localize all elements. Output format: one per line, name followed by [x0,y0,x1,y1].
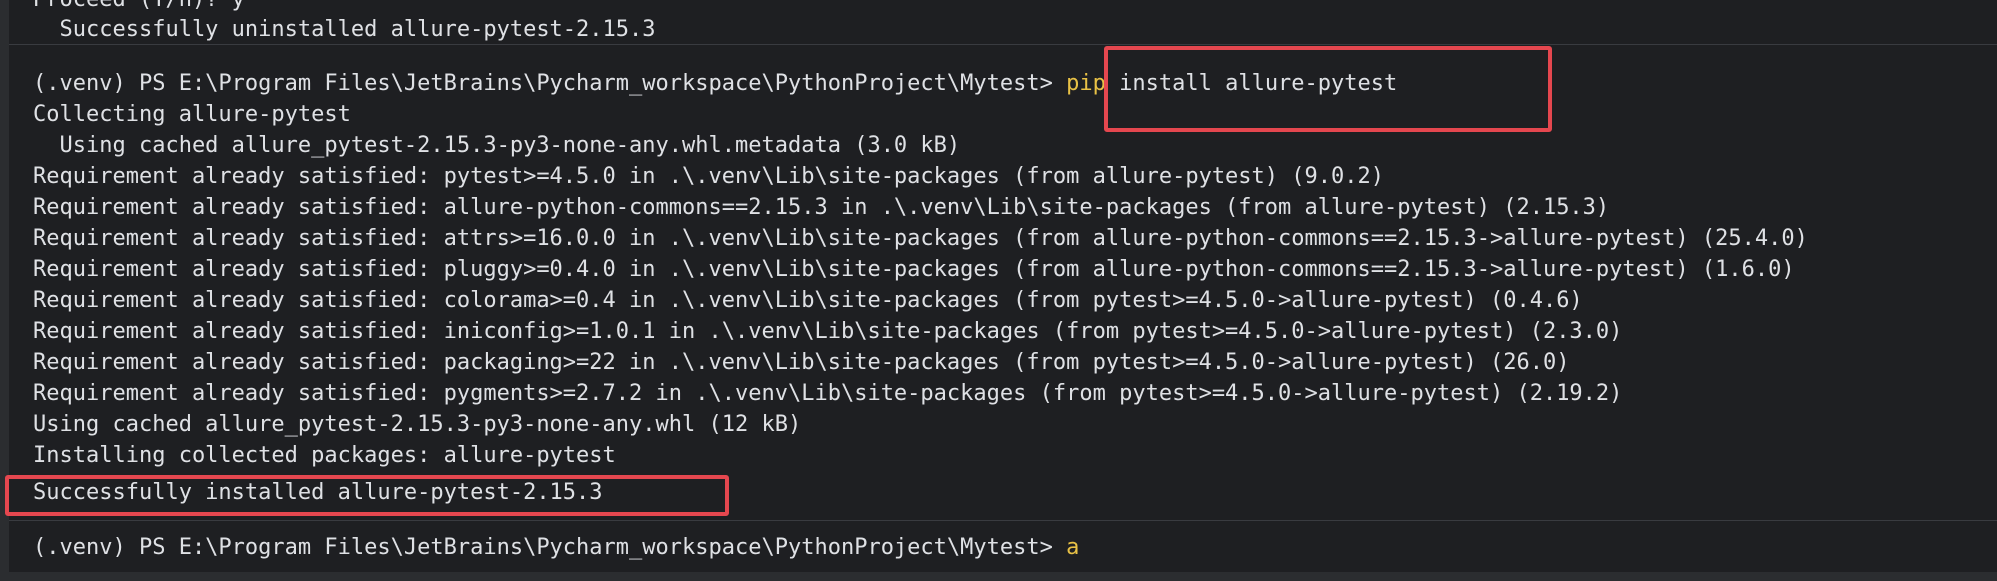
terminal-output-line: Collecting allure-pytest [33,102,351,127]
terminal-panel[interactable]: Proceed (Y/n)? y Successfully uninstalle… [0,0,1997,581]
block-separator [9,44,1997,45]
shell-prompt: (.venv) PS E:\Program Files\JetBrains\Py… [33,535,1067,560]
terminal-output-line: Requirement already satisfied: packaging… [33,350,1570,375]
terminal-output-line: Proceed (Y/n)? y [33,0,245,15]
terminal-output-line: Requirement already satisfied: attrs>=16… [33,226,1808,251]
terminal-input-line[interactable]: (.venv) PS E:\Program Files\JetBrains\Py… [33,532,1079,563]
command-keyword: pip [1066,71,1106,96]
command-highlight-box [1104,46,1552,132]
terminal-output-line: Using cached allure_pytest-2.15.3-py3-no… [33,133,961,158]
terminal-output-line: Successfully uninstalled allure-pytest-2… [33,17,656,42]
block-separator [9,520,1997,521]
terminal-output-line: Installing collected packages: allure-py… [33,443,616,468]
success-highlight-box [5,475,729,516]
terminal-bottom-edge [0,572,1997,581]
terminal-output-line: Requirement already satisfied: iniconfig… [33,319,1623,344]
shell-prompt: (.venv) PS E:\Program Files\JetBrains\Py… [33,71,1067,96]
terminal-output-line: Requirement already satisfied: allure-py… [33,195,1610,220]
terminal-output-line: Requirement already satisfied: pluggy>=0… [33,257,1795,282]
terminal-output-line: Requirement already satisfied: pygments>… [33,381,1623,406]
terminal-output-line: Using cached allure_pytest-2.15.3-py3-no… [33,412,802,437]
typed-input[interactable]: a [1066,535,1079,560]
terminal-output-line: Requirement already satisfied: pytest>=4… [33,164,1385,189]
terminal-output-line: Requirement already satisfied: colorama>… [33,288,1583,313]
